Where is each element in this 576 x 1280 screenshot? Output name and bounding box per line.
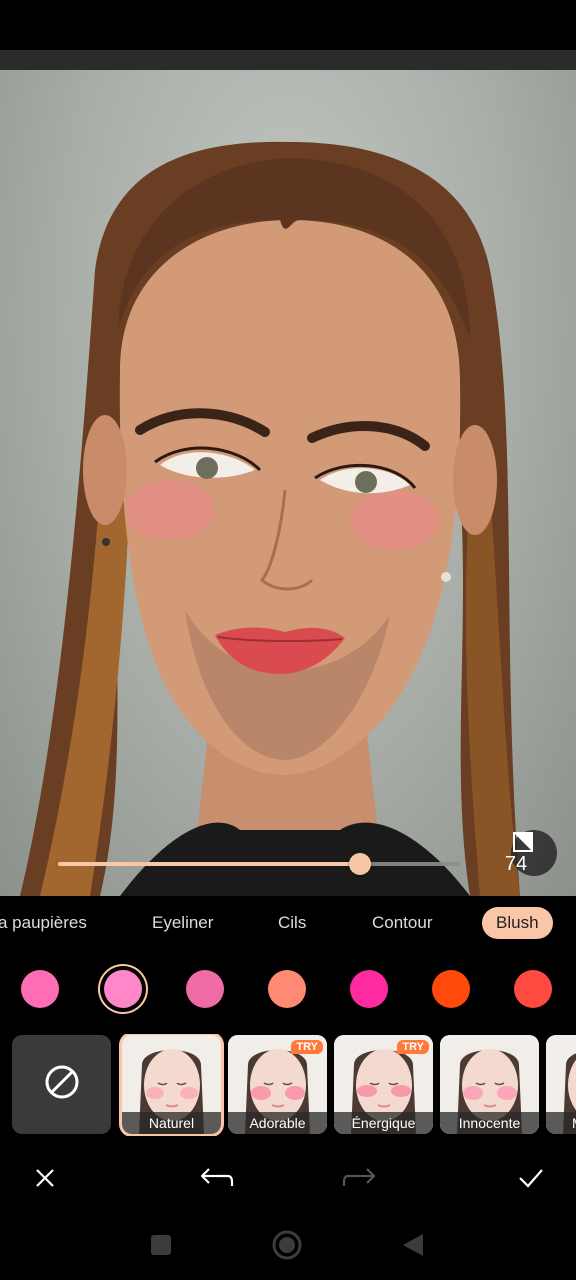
square-icon: [150, 1234, 172, 1261]
tab-contour[interactable]: Contour: [372, 907, 432, 939]
intensity-slider[interactable]: [58, 852, 460, 876]
undo-icon: [198, 1166, 234, 1195]
confirm-button[interactable]: [513, 1162, 549, 1198]
color-swatches: [0, 958, 576, 1020]
status-bar: [0, 0, 576, 50]
preset-label: Innocente: [440, 1112, 539, 1134]
undo-button[interactable]: [198, 1162, 234, 1198]
color-swatch[interactable]: [514, 970, 552, 1008]
color-swatch[interactable]: [186, 970, 224, 1008]
preset-label: Adorable: [228, 1112, 327, 1134]
tab-blush[interactable]: Blush: [482, 907, 553, 939]
preset-card[interactable]: Naturel: [122, 1035, 221, 1134]
preset-label: Énergique: [334, 1112, 433, 1134]
action-bar: [0, 1150, 576, 1208]
top-strip: [0, 50, 576, 70]
color-swatch[interactable]: [21, 970, 59, 1008]
preset-card[interactable]: M: [546, 1035, 576, 1134]
color-swatch[interactable]: [104, 970, 142, 1008]
system-nav-bar: [0, 1214, 576, 1280]
tab-cils[interactable]: Cils: [278, 907, 306, 939]
preset-label: M: [546, 1112, 576, 1134]
circle-icon: [271, 1229, 303, 1266]
portrait-image: [20, 141, 520, 896]
recents-button[interactable]: [144, 1230, 178, 1264]
home-button[interactable]: [270, 1230, 304, 1264]
redo-button[interactable]: [342, 1162, 378, 1198]
slider-fill: [58, 862, 360, 866]
color-swatch[interactable]: [350, 970, 388, 1008]
no-effect-button[interactable]: [12, 1035, 111, 1134]
back-button[interactable]: [396, 1230, 430, 1264]
tab-eyeliner[interactable]: Eyeliner: [152, 907, 213, 939]
blush-presets: Naturel TRY Adorable TRY Énergique Innoc…: [0, 1034, 576, 1136]
intensity-value: 74: [504, 853, 528, 875]
color-swatch[interactable]: [432, 970, 470, 1008]
try-badge: TRY: [397, 1040, 429, 1054]
preset-card[interactable]: TRY Énergique: [334, 1035, 433, 1134]
slider-thumb[interactable]: [348, 853, 371, 875]
makeup-category-tabs: a paupières Eyeliner Cils Contour Blush: [0, 897, 576, 949]
tab-paupieres[interactable]: a paupières: [0, 907, 87, 939]
preset-card[interactable]: TRY Adorable: [228, 1035, 327, 1134]
photo-preview[interactable]: [0, 70, 576, 896]
check-icon: [517, 1166, 545, 1195]
try-badge: TRY: [291, 1040, 323, 1054]
color-swatch[interactable]: [268, 970, 306, 1008]
cancel-button[interactable]: [27, 1162, 63, 1198]
triangle-back-icon: [401, 1232, 425, 1263]
preset-label: Naturel: [122, 1112, 221, 1134]
close-icon: [33, 1166, 57, 1195]
preset-card[interactable]: Innocente: [440, 1035, 539, 1134]
no-effect-icon: [42, 1062, 82, 1107]
redo-icon: [342, 1166, 378, 1195]
